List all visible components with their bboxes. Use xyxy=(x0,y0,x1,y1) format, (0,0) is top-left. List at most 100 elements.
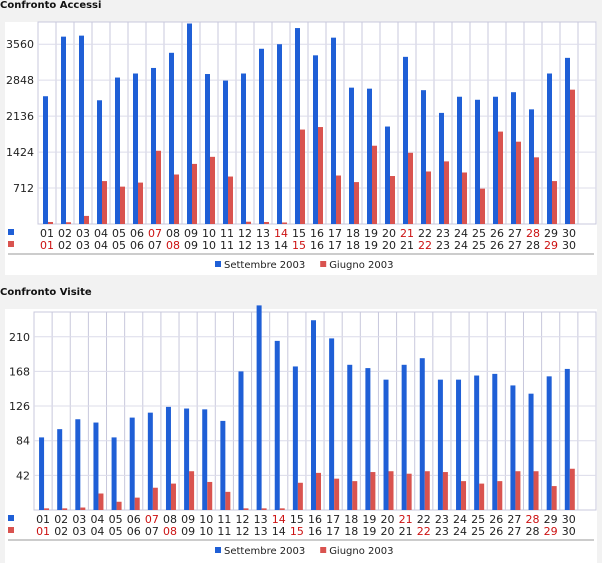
bar-previous xyxy=(534,157,539,224)
x-tick-label: 16 xyxy=(308,525,322,538)
bar-previous xyxy=(264,221,269,224)
bar-previous xyxy=(462,172,467,224)
bar-previous xyxy=(444,161,449,224)
x-tick-label: 12 xyxy=(238,239,252,252)
bar-previous xyxy=(498,131,503,224)
x-tick-label: 01 xyxy=(36,525,50,538)
bar-current xyxy=(383,379,389,510)
bar-current xyxy=(205,74,210,224)
bar-previous xyxy=(261,508,267,510)
x-tick-label: 15 xyxy=(290,525,304,538)
bar-previous xyxy=(207,481,213,510)
bar-current xyxy=(439,112,444,224)
y-tick-label: 712 xyxy=(13,182,34,195)
x-tick-label: 23 xyxy=(436,239,450,252)
bar-current xyxy=(347,364,353,510)
bar-previous xyxy=(66,222,71,224)
bar-current xyxy=(241,73,246,224)
x-tick-label: 08 xyxy=(163,525,177,538)
x-tick-label: 20 xyxy=(381,525,395,538)
bar-current xyxy=(365,368,371,510)
bar-previous xyxy=(84,215,89,224)
bar-current xyxy=(61,36,66,224)
x-tick-label: 22 xyxy=(417,525,431,538)
x-tick-label: 06 xyxy=(127,525,141,538)
x-tick-label: 11 xyxy=(220,239,234,252)
x-tick-label: 13 xyxy=(256,239,270,252)
x-tick-label: 06 xyxy=(130,239,144,252)
x-tick-label: 15 xyxy=(292,239,306,252)
x-tick-label: 29 xyxy=(544,239,558,252)
bar-current xyxy=(419,358,425,510)
legend-label: Giugno 2003 xyxy=(329,260,393,271)
bar-current xyxy=(565,57,570,225)
bar-current xyxy=(437,379,443,510)
x-tick-label: 26 xyxy=(489,525,503,538)
bar-current xyxy=(421,90,426,224)
x-tick-label: 24 xyxy=(453,525,467,538)
bar-previous xyxy=(170,483,176,510)
bar-current xyxy=(456,379,462,510)
bar-current xyxy=(169,52,174,225)
bar-previous xyxy=(480,188,485,224)
bar-current xyxy=(385,126,390,224)
bar-previous xyxy=(406,473,412,510)
x-tick-label: 30 xyxy=(562,525,576,538)
bar-previous xyxy=(80,507,86,510)
bar-previous xyxy=(246,221,251,224)
x-tick-label: 03 xyxy=(72,525,86,538)
legend-swatch xyxy=(215,261,221,267)
bar-current xyxy=(475,99,480,224)
x-tick-label: 17 xyxy=(326,525,340,538)
bar-previous xyxy=(300,129,305,224)
bar-current xyxy=(511,92,516,224)
bar-current xyxy=(39,437,45,510)
bar-current xyxy=(238,371,244,510)
bar-previous xyxy=(152,487,158,510)
x-tick-label: 21 xyxy=(399,525,413,538)
x-tick-label: 09 xyxy=(184,239,198,252)
bar-current xyxy=(115,77,120,224)
x-tick-label: 25 xyxy=(471,525,485,538)
bar-previous xyxy=(225,491,231,510)
bar-current xyxy=(147,412,153,510)
bar-current xyxy=(403,56,408,224)
bar-previous xyxy=(352,481,358,510)
bar-current xyxy=(492,373,498,510)
bar-previous xyxy=(134,497,140,510)
x-tick-label: 09 xyxy=(181,525,195,538)
bar-current xyxy=(292,366,298,510)
bar-current xyxy=(256,305,262,510)
x-tick-label: 19 xyxy=(362,525,376,538)
y-tick-label: 84 xyxy=(16,435,30,448)
x-tick-label: 21 xyxy=(400,239,414,252)
bar-previous xyxy=(297,482,303,510)
bar-current xyxy=(57,429,63,510)
legend-label: Settembre 2003 xyxy=(224,546,305,557)
chart-title-accessi: Confronto Accessi xyxy=(0,0,102,11)
chart-title-visite: Confronto Visite xyxy=(0,287,92,298)
x-tick-label: 11 xyxy=(217,525,231,538)
row-marker-previous xyxy=(8,527,14,533)
x-tick-label: 18 xyxy=(346,239,360,252)
x-tick-label: 05 xyxy=(112,239,126,252)
bar-current xyxy=(165,406,171,510)
bar-current xyxy=(277,44,282,224)
row-marker-current xyxy=(8,515,14,521)
bar-previous xyxy=(516,141,521,224)
y-tick-label: 210 xyxy=(9,331,30,344)
bar-current xyxy=(97,100,102,224)
bar-current xyxy=(401,364,407,510)
bar-current xyxy=(493,96,498,224)
y-tick-label: 168 xyxy=(9,365,30,378)
bar-current xyxy=(331,37,336,224)
x-tick-label: 20 xyxy=(382,239,396,252)
bar-current xyxy=(151,67,156,224)
row-marker-previous xyxy=(8,241,14,247)
bar-previous xyxy=(408,152,413,224)
y-tick-label: 3560 xyxy=(6,38,34,51)
bar-current xyxy=(529,109,534,224)
row-marker-current xyxy=(8,229,14,235)
x-tick-label: 19 xyxy=(364,239,378,252)
x-tick-label: 26 xyxy=(490,239,504,252)
